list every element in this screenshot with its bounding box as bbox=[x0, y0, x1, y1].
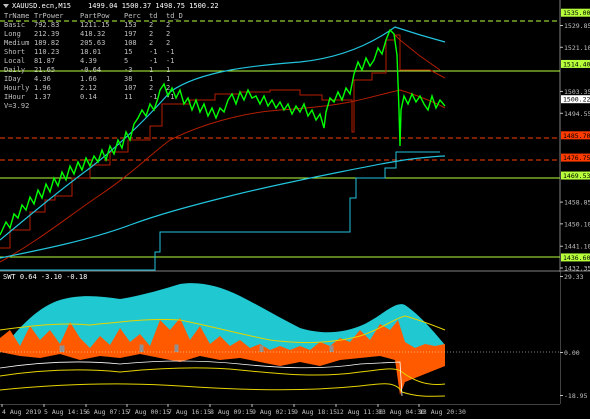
time-label: 7 Aug 00:15 bbox=[127, 408, 170, 416]
table-cell: 2 bbox=[166, 39, 170, 47]
time-label: 8 Aug 09:15 bbox=[210, 408, 253, 416]
time-label: 5 Aug 14:15 bbox=[44, 408, 87, 416]
price-badge-label: 1500.22 bbox=[563, 96, 590, 104]
price-badge-label: 1469.53 bbox=[563, 172, 590, 180]
time-label: 12 Aug 11:30 bbox=[336, 408, 383, 416]
chart-canvas[interactable]: XAUUSD.ecn,M15 1499.04 1500.37 1498.75 1… bbox=[0, 0, 590, 419]
price-label: 1441.10 bbox=[564, 243, 590, 251]
price-label: 1458.85 bbox=[564, 199, 590, 207]
table-cell: Basic bbox=[4, 21, 25, 29]
price-label: 1521.10 bbox=[564, 44, 590, 52]
table-cell: Local bbox=[4, 57, 25, 65]
table-cell: 792.83 bbox=[34, 21, 59, 29]
table-cell: 81.87 bbox=[34, 57, 55, 65]
price-badge-label: 1485.70 bbox=[563, 132, 590, 140]
table-cell: 2 bbox=[149, 39, 153, 47]
table-cell: 1 bbox=[166, 66, 170, 74]
price-label: 1494.55 bbox=[564, 110, 590, 118]
time-label: 9 Aug 02:15 bbox=[252, 408, 295, 416]
indicator-axis-label: -18.95 bbox=[564, 392, 588, 400]
indicator-axis: 29.33 0.00 -18.95 bbox=[560, 273, 588, 400]
table-cell: 11 bbox=[124, 93, 132, 101]
table-header: td bbox=[149, 12, 157, 20]
chart-header: XAUUSD.ecn,M15 1499.04 1500.37 1498.75 1… bbox=[3, 2, 219, 10]
table-header: TrName bbox=[4, 12, 29, 20]
symbol-label: XAUUSD.ecn,M15 bbox=[12, 2, 71, 10]
price-badge-label: 1436.60 bbox=[563, 254, 590, 262]
table-cell: 38 bbox=[124, 75, 132, 83]
table-cell: 153 bbox=[124, 21, 137, 29]
table-cell: -1 bbox=[149, 93, 157, 101]
table-cell: -1 bbox=[149, 48, 157, 56]
table-cell: 2.12 bbox=[80, 84, 97, 92]
table-cell: Daily bbox=[4, 66, 25, 74]
table-cell: 108 bbox=[124, 39, 137, 47]
time-label: 13 Aug 20:30 bbox=[419, 408, 466, 416]
time-axis: 4 Aug 2019 5 Aug 14:156 Aug 07:157 Aug 00… bbox=[1, 404, 466, 416]
price-badge-label: 1514.40 bbox=[563, 60, 590, 68]
table-cell: 1211.15 bbox=[80, 21, 110, 29]
table-cell: 110.23 bbox=[34, 48, 59, 56]
price-badge-label: 1535.00 bbox=[563, 9, 590, 17]
table-header: TrPower bbox=[34, 12, 64, 20]
table-cell: Hourly bbox=[4, 84, 29, 92]
table-cell: 107 bbox=[124, 84, 137, 92]
price-label: 1450.10 bbox=[564, 220, 590, 228]
table-cell: -1 bbox=[166, 93, 174, 101]
table-extra: V=3.92 bbox=[4, 102, 29, 110]
table-cell: Long bbox=[4, 30, 21, 38]
time-label: 9 Aug 18:15 bbox=[294, 408, 337, 416]
table-cell: 0.14 bbox=[80, 93, 97, 101]
table-cell: 21.65 bbox=[34, 66, 55, 74]
table-cell: 2 bbox=[149, 84, 153, 92]
chart-window[interactable]: XAUUSD.ecn,M15 1499.04 1500.37 1498.75 1… bbox=[0, 0, 590, 419]
table-cell: 1.66 bbox=[80, 75, 97, 83]
time-label: 4 Aug 2019 bbox=[2, 408, 41, 416]
table-cell: 2 bbox=[149, 21, 153, 29]
table-header: PartPow bbox=[80, 12, 110, 20]
table-cell: 418.32 bbox=[80, 30, 105, 38]
table-cell: 18.01 bbox=[80, 48, 101, 56]
table-cell: 2 bbox=[166, 84, 170, 92]
table-header: td_D bbox=[166, 12, 183, 20]
table-cell: IDay bbox=[4, 75, 21, 83]
table-cell: 2 bbox=[166, 30, 170, 38]
table-cell: 1 bbox=[149, 75, 153, 83]
table-cell: -0.64 bbox=[80, 66, 101, 74]
table-cell: -3 bbox=[124, 66, 132, 74]
table-cell: 1 bbox=[166, 75, 170, 83]
table-cell: 197 bbox=[124, 30, 137, 38]
table-cell: 1.37 bbox=[34, 93, 51, 101]
time-label: 13 Aug 04:30 bbox=[378, 408, 425, 416]
time-label: 6 Aug 07:15 bbox=[86, 408, 129, 416]
price-label: 1529.85 bbox=[564, 22, 590, 30]
table-cell: 15 bbox=[124, 48, 132, 56]
table-cell: 1 bbox=[149, 66, 153, 74]
price-label: 1432.35 bbox=[564, 265, 590, 273]
table-cell: 189.82 bbox=[34, 39, 59, 47]
table-cell: Medium bbox=[4, 39, 29, 47]
table-cell: -1 bbox=[149, 57, 157, 65]
table-cell: 205.63 bbox=[80, 39, 105, 47]
table-cell: 1.96 bbox=[34, 84, 51, 92]
table-header: Perc bbox=[124, 12, 141, 20]
time-label: 7 Aug 16:15 bbox=[168, 408, 211, 416]
table-cell: 2 bbox=[149, 30, 153, 38]
price-badge-label: 1476.75 bbox=[563, 154, 590, 162]
table-cell: Short bbox=[4, 48, 25, 56]
ohlc-label: 1499.04 1500.37 1498.75 1500.22 bbox=[88, 2, 219, 10]
table-cell: 2 bbox=[166, 21, 170, 29]
indicator-label: SWT 0.64 -3.10 -0.18 bbox=[3, 273, 87, 281]
table-cell: -1 bbox=[166, 57, 174, 65]
table-cell: 4.39 bbox=[80, 57, 97, 65]
table-cell: 5 bbox=[124, 57, 128, 65]
table-cell: -1 bbox=[166, 48, 174, 56]
table-cell: 212.39 bbox=[34, 30, 59, 38]
table-cell: 4.36 bbox=[34, 75, 51, 83]
indicator-axis-label: 0.00 bbox=[564, 349, 580, 357]
indicator-axis-label: 29.33 bbox=[564, 273, 584, 281]
price-axis: 1529.851521.101503.351494.551458.851450.… bbox=[560, 8, 590, 273]
table-cell: IHour bbox=[4, 93, 25, 101]
